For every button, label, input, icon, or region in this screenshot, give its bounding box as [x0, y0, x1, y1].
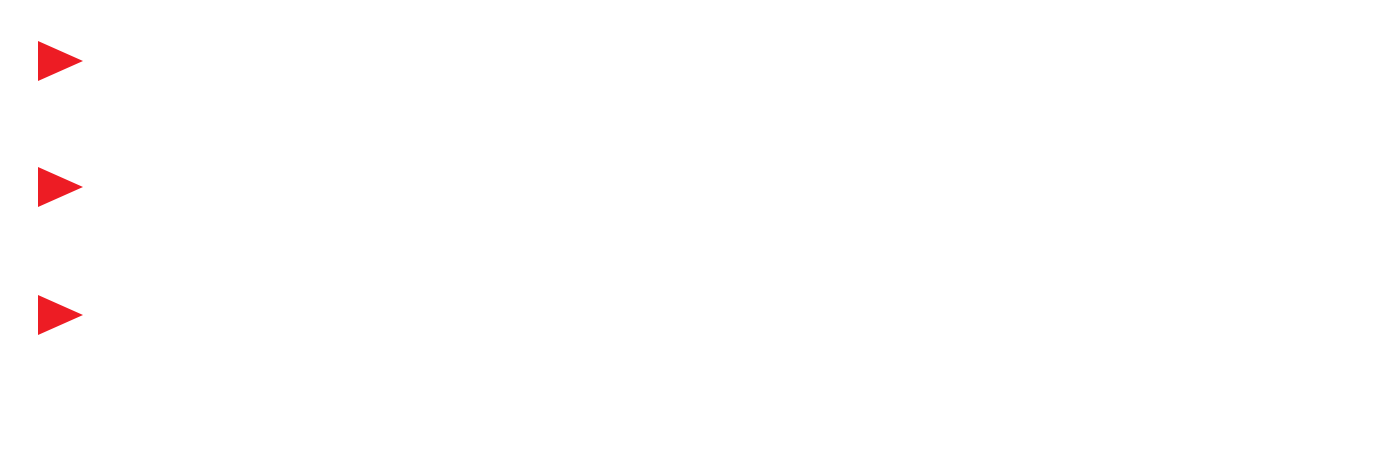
play-triangle-icon [38, 167, 83, 207]
triangle-shape [38, 41, 83, 81]
play-triangle-icon-svg [38, 167, 83, 207]
play-triangle-icon [38, 295, 83, 335]
play-triangle-icon-svg [38, 41, 83, 81]
play-triangle-icon [38, 41, 83, 81]
play-triangle-icon-svg [38, 295, 83, 335]
triangle-shape [38, 167, 83, 207]
marker-list [38, 41, 98, 341]
triangle-shape [38, 295, 83, 335]
